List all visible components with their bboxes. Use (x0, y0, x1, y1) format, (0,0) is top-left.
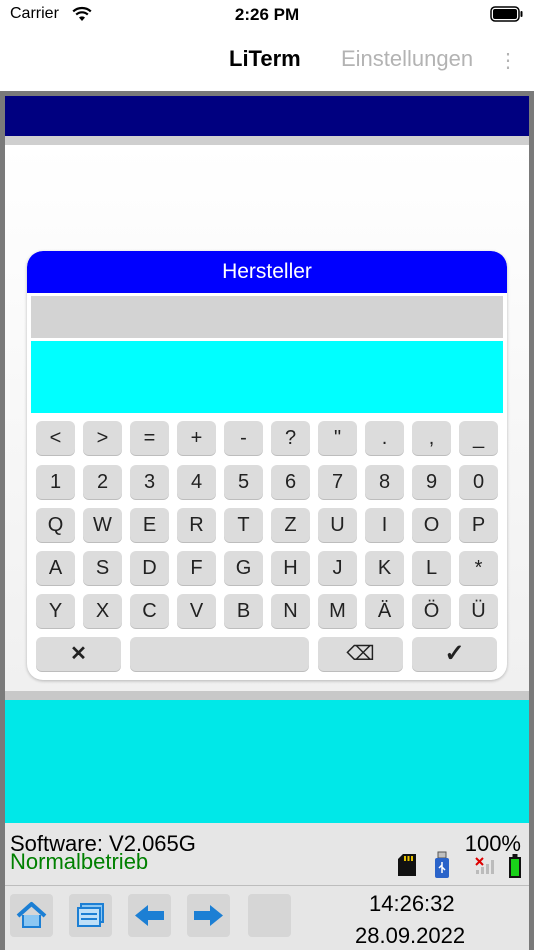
cancel-key[interactable]: ✕ (36, 637, 121, 671)
key[interactable]: S (83, 551, 122, 585)
home-button[interactable] (10, 894, 53, 937)
ios-status-bar: Carrier 2:26 PM (0, 0, 534, 32)
key[interactable]: 4 (177, 465, 216, 499)
terminal-toolbar: 14:26:32 28.09.2022 (5, 885, 529, 950)
key[interactable]: 8 (365, 465, 404, 499)
key[interactable]: Ü (459, 594, 498, 628)
key[interactable]: L (412, 551, 451, 585)
key[interactable]: K (365, 551, 404, 585)
key[interactable]: U (318, 508, 357, 542)
battery-full-icon (509, 854, 521, 878)
key[interactable]: T (224, 508, 263, 542)
terminal-cyan-panel (5, 700, 529, 823)
key[interactable]: ? (271, 421, 310, 455)
key[interactable]: W (83, 508, 122, 542)
key[interactable]: R (177, 508, 216, 542)
key[interactable]: < (36, 421, 75, 455)
key[interactable]: 0 (459, 465, 498, 499)
key[interactable]: 1 (36, 465, 75, 499)
empty-button[interactable] (248, 894, 291, 937)
key[interactable]: 6 (271, 465, 310, 499)
clock-date: 28.09.2022 (355, 923, 466, 948)
key[interactable]: G (224, 551, 263, 585)
divider (5, 136, 529, 145)
key[interactable]: P (459, 508, 498, 542)
no-signal-icon (475, 857, 494, 874)
key[interactable]: = (130, 421, 169, 455)
manufacturer-dialog: Hersteller < > = + - ? " . , _ 1 2 3 4 5… (27, 251, 507, 680)
clock-time: 14:26:32 (369, 891, 455, 916)
key[interactable]: J (318, 551, 357, 585)
key[interactable]: 3 (130, 465, 169, 499)
status-time: 2:26 PM (234, 5, 300, 24)
settings-tab[interactable]: Einstellungen (341, 46, 473, 72)
dialog-title: Hersteller (27, 251, 507, 293)
key[interactable]: D (130, 551, 169, 585)
app-title[interactable]: LiTerm (229, 46, 301, 72)
usb-stick-icon (435, 851, 449, 878)
screens-icon (77, 903, 104, 927)
key[interactable]: E (130, 508, 169, 542)
backspace-key[interactable]: ⌫ (318, 637, 403, 671)
key[interactable]: " (318, 421, 357, 455)
forward-button[interactable] (187, 894, 230, 937)
home-icon (16, 902, 47, 928)
dialog-text-input[interactable] (31, 341, 503, 413)
operating-mode: Normalbetrieb (10, 849, 149, 874)
key[interactable]: Y (36, 594, 75, 628)
key[interactable]: * (459, 551, 498, 585)
key[interactable]: M (318, 594, 357, 628)
key[interactable]: , (412, 421, 451, 455)
key[interactable]: > (83, 421, 122, 455)
key[interactable]: Z (271, 508, 310, 542)
arrow-left-icon (135, 905, 164, 926)
key[interactable]: H (271, 551, 310, 585)
battery-icon (490, 6, 523, 22)
key[interactable]: . (365, 421, 404, 455)
nav-bar: LiTerm Einstellungen ⋮ (0, 36, 534, 86)
more-menu-icon[interactable]: ⋮ (498, 48, 518, 73)
confirm-key[interactable]: ✓ (412, 637, 497, 671)
dialog-input-gray[interactable] (31, 296, 503, 338)
key[interactable]: O (412, 508, 451, 542)
terminal-title-bar (5, 96, 529, 136)
key[interactable]: 5 (224, 465, 263, 499)
sd-card-icon (398, 854, 416, 876)
key[interactable]: Q (36, 508, 75, 542)
key[interactable]: I (365, 508, 404, 542)
key[interactable]: X (83, 594, 122, 628)
key[interactable]: C (130, 594, 169, 628)
arrow-right-icon (194, 905, 223, 926)
key[interactable]: N (271, 594, 310, 628)
status-line: Software: V2.065G Normalbetrieb 100% (5, 823, 529, 885)
key[interactable]: F (177, 551, 216, 585)
key[interactable]: - (224, 421, 263, 455)
key[interactable]: 2 (83, 465, 122, 499)
key[interactable]: A (36, 551, 75, 585)
key[interactable]: V (177, 594, 216, 628)
key[interactable]: 7 (318, 465, 357, 499)
key[interactable]: 9 (412, 465, 451, 499)
key[interactable]: + (177, 421, 216, 455)
screens-button[interactable] (69, 894, 112, 937)
key[interactable]: _ (459, 421, 498, 455)
key[interactable]: B (224, 594, 263, 628)
back-button[interactable] (128, 894, 171, 937)
key[interactable]: Ä (365, 594, 404, 628)
key[interactable]: Ö (412, 594, 451, 628)
divider (5, 691, 529, 700)
space-key[interactable] (130, 637, 309, 671)
